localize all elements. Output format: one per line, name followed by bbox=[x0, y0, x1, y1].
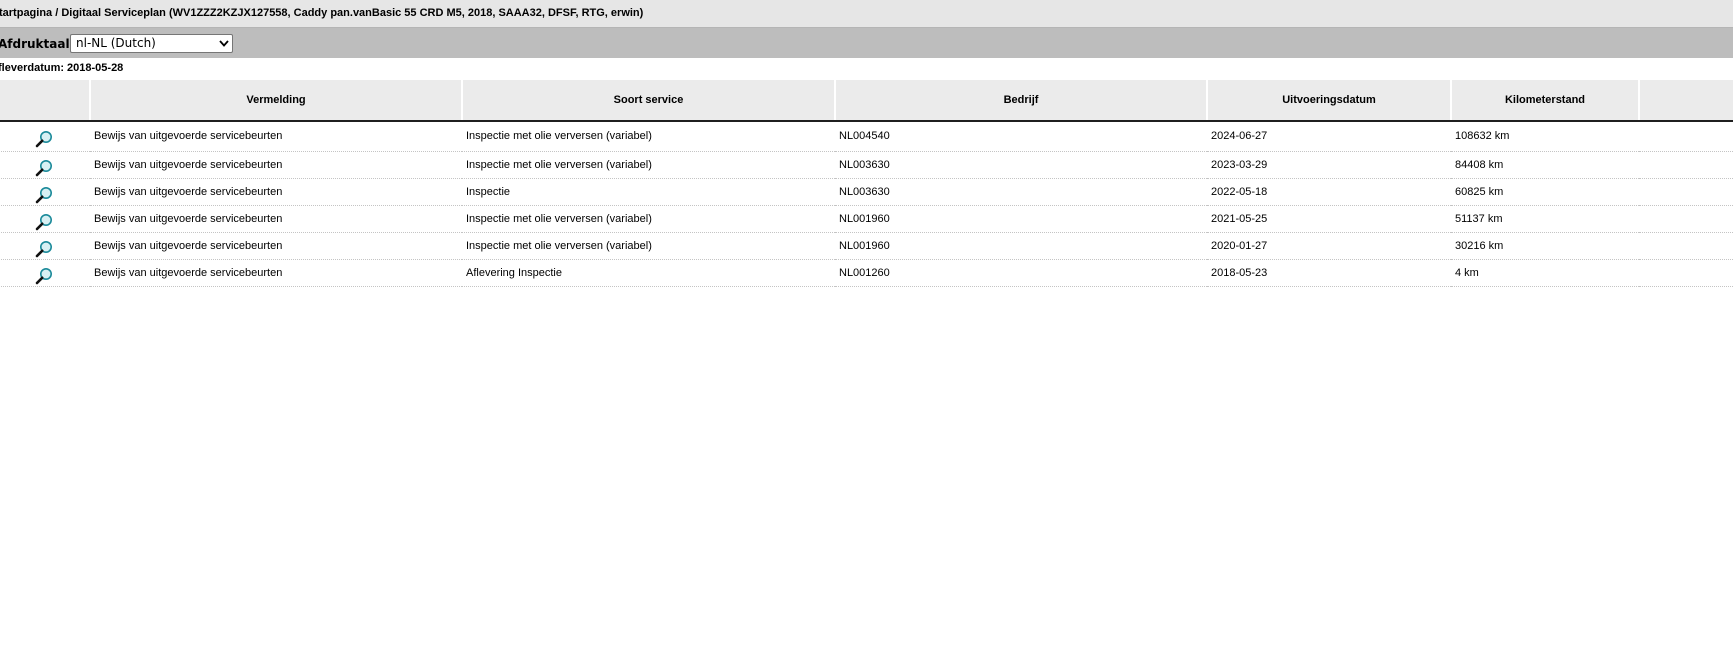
print-language-selected: nl-NL (Dutch) bbox=[76, 36, 156, 50]
cell-vermelding: Bewijs van uitgevoerde servicebeurten bbox=[90, 121, 462, 152]
row-action-cell bbox=[0, 151, 90, 179]
magnifier-icon[interactable] bbox=[35, 186, 53, 204]
cell-extra bbox=[1639, 205, 1733, 233]
cell-vermelding: Bewijs van uitgevoerde servicebeurten bbox=[90, 259, 462, 287]
cell-vermelding: Bewijs van uitgevoerde servicebeurten bbox=[90, 205, 462, 233]
cell-bedrijf: NL003630 bbox=[835, 178, 1207, 206]
column-header-kilometerstand[interactable]: Kilometerstand bbox=[1451, 80, 1640, 122]
column-header-soort-service[interactable]: Soort service bbox=[462, 80, 836, 122]
row-action-cell bbox=[0, 232, 90, 260]
cell-kilometerstand: 84408 km bbox=[1451, 151, 1639, 179]
cell-vermelding: Bewijs van uitgevoerde servicebeurten bbox=[90, 151, 462, 179]
column-header-bedrijf[interactable]: Bedrijf bbox=[835, 80, 1208, 122]
cell-bedrijf: NL004540 bbox=[835, 121, 1207, 152]
row-action-cell bbox=[0, 259, 90, 287]
cell-bedrijf: NL001960 bbox=[835, 232, 1207, 260]
cell-extra bbox=[1639, 178, 1733, 206]
magnifier-icon[interactable] bbox=[35, 130, 53, 148]
table-header-row: Vermelding Soort service Bedrijf Uitvoer… bbox=[0, 80, 1733, 122]
column-header-extra bbox=[1639, 80, 1733, 122]
print-language-bar: Afdruktaal: nl-NL (Dutch) bbox=[0, 28, 1733, 58]
cell-extra bbox=[1639, 259, 1733, 287]
breadcrumb-bar: tartpagina / Digitaal Serviceplan (WV1ZZ… bbox=[0, 0, 1733, 28]
cell-uitvoeringsdatum: 2023-03-29 bbox=[1207, 151, 1451, 179]
magnifier-icon[interactable] bbox=[35, 267, 53, 285]
cell-soort-service: Inspectie met olie verversen (variabel) bbox=[462, 151, 835, 179]
cell-vermelding: Bewijs van uitgevoerde servicebeurten bbox=[90, 178, 462, 206]
table-row: Bewijs van uitgevoerde servicebeurten In… bbox=[0, 205, 1733, 233]
cell-soort-service: Inspectie met olie verversen (variabel) bbox=[462, 121, 835, 152]
cell-kilometerstand: 51137 km bbox=[1451, 205, 1639, 233]
print-language-label: Afdruktaal: bbox=[0, 37, 75, 51]
cell-soort-service: Aflevering Inspectie bbox=[462, 259, 835, 287]
cell-uitvoeringsdatum: 2021-05-25 bbox=[1207, 205, 1451, 233]
column-header-vermelding[interactable]: Vermelding bbox=[90, 80, 463, 122]
magnifier-icon[interactable] bbox=[35, 240, 53, 258]
page: tartpagina / Digitaal Serviceplan (WV1ZZ… bbox=[0, 0, 1733, 649]
cell-uitvoeringsdatum: 2018-05-23 bbox=[1207, 259, 1451, 287]
magnifier-icon[interactable] bbox=[35, 159, 53, 177]
cell-soort-service: Inspectie bbox=[462, 178, 835, 206]
cell-uitvoeringsdatum: 2022-05-18 bbox=[1207, 178, 1451, 206]
table-row: Bewijs van uitgevoerde servicebeurten In… bbox=[0, 232, 1733, 260]
cell-kilometerstand: 4 km bbox=[1451, 259, 1639, 287]
row-action-cell bbox=[0, 205, 90, 233]
magnifier-icon[interactable] bbox=[35, 213, 53, 231]
service-history-table: Vermelding Soort service Bedrijf Uitvoer… bbox=[0, 80, 1733, 287]
cell-bedrijf: NL001960 bbox=[835, 205, 1207, 233]
cell-soort-service: Inspectie met olie verversen (variabel) bbox=[462, 205, 835, 233]
table-row: Bewijs van uitgevoerde servicebeurten In… bbox=[0, 178, 1733, 206]
cell-extra bbox=[1639, 151, 1733, 179]
cell-extra bbox=[1639, 232, 1733, 260]
column-header-action bbox=[0, 80, 91, 122]
table-row: Bewijs van uitgevoerde servicebeurten Af… bbox=[0, 259, 1733, 287]
cell-vermelding: Bewijs van uitgevoerde servicebeurten bbox=[90, 232, 462, 260]
cell-bedrijf: NL001260 bbox=[835, 259, 1207, 287]
delivery-date-value: 2018-05-28 bbox=[67, 62, 124, 74]
cell-soort-service: Inspectie met olie verversen (variabel) bbox=[462, 232, 835, 260]
table-row: Bewijs van uitgevoerde servicebeurten In… bbox=[0, 121, 1733, 152]
cell-uitvoeringsdatum: 2020-01-27 bbox=[1207, 232, 1451, 260]
column-header-uitvoeringsdatum[interactable]: Uitvoeringsdatum bbox=[1207, 80, 1452, 122]
row-action-cell bbox=[0, 178, 90, 206]
cell-uitvoeringsdatum: 2024-06-27 bbox=[1207, 121, 1451, 152]
delivery-date: fleverdatum: 2018-05-28 bbox=[0, 62, 123, 74]
breadcrumb: tartpagina / Digitaal Serviceplan (WV1ZZ… bbox=[0, 7, 644, 19]
chevron-down-icon bbox=[219, 40, 229, 47]
cell-bedrijf: NL003630 bbox=[835, 151, 1207, 179]
print-language-select[interactable]: nl-NL (Dutch) bbox=[70, 34, 233, 53]
cell-kilometerstand: 30216 km bbox=[1451, 232, 1639, 260]
delivery-date-label: fleverdatum: bbox=[0, 62, 65, 74]
table-row: Bewijs van uitgevoerde servicebeurten In… bbox=[0, 151, 1733, 179]
cell-kilometerstand: 60825 km bbox=[1451, 178, 1639, 206]
cell-kilometerstand: 108632 km bbox=[1451, 121, 1639, 152]
row-action-cell bbox=[0, 121, 90, 152]
cell-extra bbox=[1639, 121, 1733, 152]
